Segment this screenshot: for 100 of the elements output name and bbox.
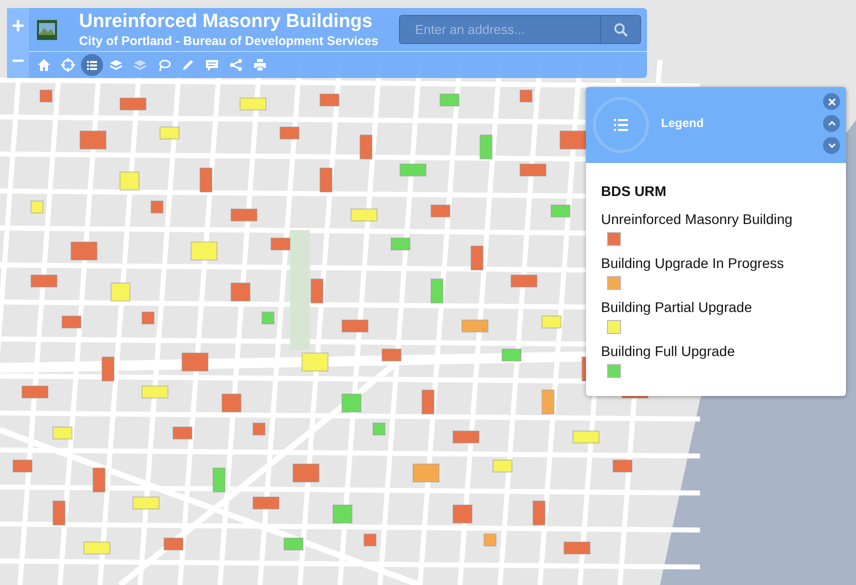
legend-label: Unreinforced Masonry Building — [601, 210, 794, 228]
building-footprint — [164, 538, 184, 550]
legend-tool-button[interactable] — [81, 54, 103, 76]
building-footprint — [332, 504, 352, 524]
building-footprint — [564, 542, 590, 554]
building-footprint — [110, 282, 130, 302]
building-footprint — [30, 274, 58, 288]
building-footprint — [102, 356, 114, 382]
speech-bubble-icon — [205, 58, 219, 72]
building-footprint — [302, 352, 328, 372]
building-footprint — [120, 172, 140, 190]
app-logo-icon — [37, 20, 57, 40]
building-footprint — [364, 534, 376, 546]
building-footprint — [22, 386, 48, 398]
building-footprint — [30, 200, 44, 214]
building-footprint — [342, 394, 362, 412]
building-footprint — [372, 422, 386, 436]
building-footprint — [120, 98, 146, 110]
layers-icon — [109, 58, 123, 72]
building-footprint — [350, 208, 378, 222]
building-footprint — [62, 316, 82, 328]
building-footprint — [182, 352, 208, 372]
building-footprint — [230, 282, 250, 302]
printer-icon — [253, 58, 267, 72]
building-footprint — [560, 130, 586, 150]
legend-title: Legend — [661, 115, 704, 132]
building-footprint — [190, 242, 218, 260]
building-footprint — [452, 430, 480, 444]
app-subtitle: City of Portland - Bureau of Development Services — [79, 32, 378, 48]
building-footprint — [92, 468, 106, 492]
building-footprint — [542, 316, 562, 328]
building-footprint — [382, 348, 402, 362]
building-footprint — [532, 500, 546, 526]
building-footprint — [480, 134, 492, 160]
pencil-icon — [181, 58, 195, 72]
zoom-in-button[interactable]: + — [7, 8, 29, 43]
building-footprint — [430, 204, 450, 218]
building-footprint — [142, 386, 168, 398]
building-footprint — [492, 460, 512, 472]
building-footprint — [284, 538, 304, 550]
building-footprint — [172, 426, 192, 440]
building-footprint — [160, 126, 180, 140]
building-footprint — [412, 464, 440, 482]
building-footprint — [542, 390, 554, 414]
building-footprint — [502, 348, 522, 362]
building-footprint — [212, 468, 226, 492]
building-footprint — [422, 390, 434, 414]
building-footprint — [550, 204, 570, 218]
building-footprint — [612, 460, 632, 472]
building-footprint — [200, 168, 212, 192]
building-footprint — [252, 496, 280, 510]
building-footprint — [484, 534, 496, 546]
building-footprint — [462, 320, 488, 332]
building-footprint — [240, 98, 266, 110]
building-footprint — [12, 460, 32, 472]
building-footprint — [292, 464, 320, 482]
building-footprint — [70, 242, 98, 260]
building-footprint — [520, 164, 546, 176]
zoom-out-button[interactable]: − — [7, 43, 29, 78]
address-search-field[interactable]: Enter an address... — [399, 15, 601, 44]
list-icon — [614, 119, 628, 131]
building-footprint — [52, 500, 66, 526]
building-footprint — [360, 134, 372, 160]
building-footprint — [142, 312, 154, 324]
building-footprint — [280, 126, 300, 140]
building-footprint — [452, 504, 472, 524]
building-footprint — [572, 430, 600, 444]
chevron-up-icon — [828, 121, 836, 126]
building-footprint — [150, 200, 164, 214]
building-footprint — [310, 278, 324, 304]
building-footprint — [390, 238, 410, 250]
lasso-icon — [157, 58, 171, 72]
building-footprint — [262, 312, 274, 324]
building-footprint — [40, 90, 52, 102]
building-footprint — [252, 422, 266, 436]
expand-down-button[interactable] — [823, 137, 840, 154]
collapse-up-button[interactable] — [823, 115, 840, 132]
building-footprint — [320, 94, 340, 106]
legend-label: Building Full Upgrade — [601, 342, 736, 360]
search-button[interactable] — [601, 15, 641, 44]
building-footprint — [520, 90, 532, 102]
legend-layer-name: BDS URM — [601, 182, 668, 201]
close-button[interactable] — [823, 93, 840, 110]
building-footprint — [470, 246, 484, 270]
building-footprint — [440, 94, 460, 106]
building-footprint — [510, 274, 538, 288]
building-footprint — [270, 238, 290, 250]
building-footprint — [342, 320, 368, 332]
building-footprint — [52, 426, 72, 440]
share-icon — [229, 58, 243, 72]
app-title: Unreinforced Masonry Buildings — [79, 10, 374, 32]
building-footprint — [430, 278, 444, 304]
home-icon — [37, 58, 51, 72]
building-footprint — [80, 130, 106, 150]
layers-icon — [133, 58, 147, 72]
close-icon — [828, 98, 836, 106]
building-footprint — [222, 394, 242, 412]
legend-label: Building Partial Upgrade — [601, 298, 753, 316]
crosshair-icon — [61, 58, 75, 72]
building-footprint — [132, 496, 160, 510]
